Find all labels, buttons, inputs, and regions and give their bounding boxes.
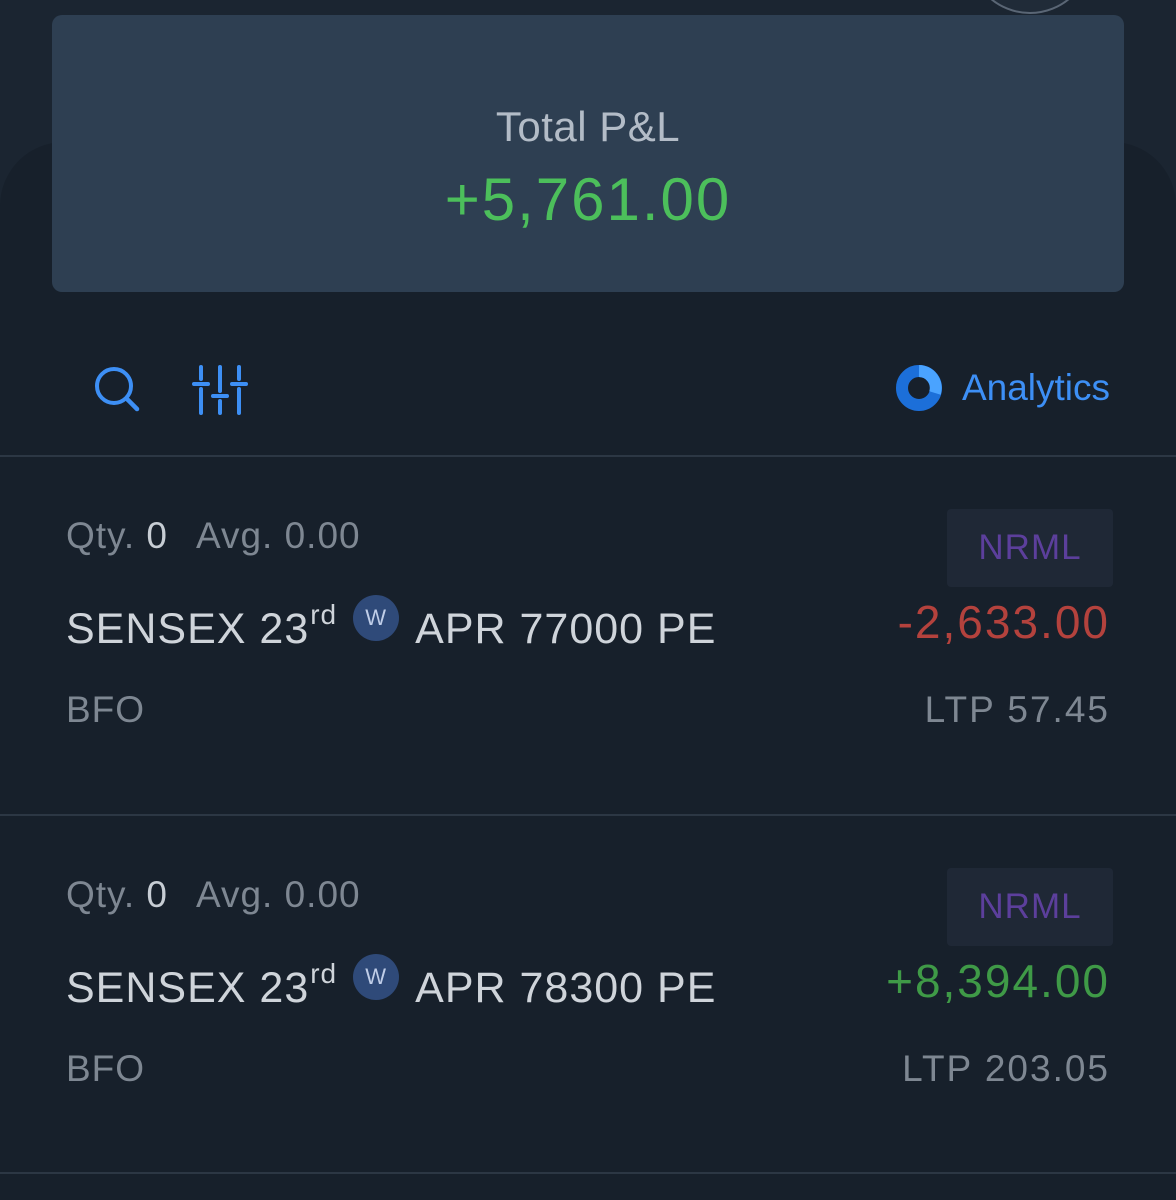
- search-icon[interactable]: [90, 362, 146, 418]
- total-pnl-value: +5,761.00: [444, 166, 732, 233]
- positions-toolbar: Analytics: [0, 340, 1176, 436]
- total-pnl-card: Total P&L +5,761.00: [52, 15, 1124, 292]
- avg-label: Avg.: [195, 515, 274, 556]
- weekly-expiry-badge: W: [353, 595, 400, 641]
- profile-avatar[interactable]: [968, 0, 1092, 14]
- exchange-label: BFO: [66, 689, 146, 730]
- qty-label: Qty.: [66, 874, 136, 915]
- ltp-value: LTP 203.05: [902, 1048, 1110, 1089]
- avg-value: 0.00: [284, 874, 361, 915]
- contract: APR 78300 PE: [415, 964, 717, 1012]
- underlying: SENSEX 23: [66, 605, 310, 653]
- total-pnl-label: Total P&L: [495, 103, 681, 150]
- date-suffix: rd: [310, 958, 338, 989]
- avg-value: 0.00: [284, 515, 361, 556]
- instrument-name: SENSEX 23rd W APR 78300 PE: [66, 954, 717, 1013]
- product-badge: NRML: [947, 509, 1113, 587]
- exchange-label: BFO: [66, 1048, 146, 1089]
- qty-avg-row: Qty. 0 Avg. 0.00: [66, 515, 361, 557]
- contract: APR 77000 PE: [415, 605, 717, 653]
- analytics-button[interactable]: Analytics: [894, 362, 1110, 414]
- date-suffix: rd: [310, 599, 338, 630]
- position-pnl: -2,633.00: [897, 596, 1110, 648]
- position-row[interactable]: Qty. 0 Avg. 0.00 NRML SENSEX 23rd W APR 7…: [0, 457, 1176, 815]
- product-badge: NRML: [947, 868, 1113, 946]
- qty-value: 0: [146, 874, 168, 915]
- avg-label: Avg.: [195, 874, 274, 915]
- sliders-icon[interactable]: [192, 362, 248, 418]
- positions-screen: Total P&L +5,761.00 Analytics Qty. 0 Avg…: [0, 0, 1176, 1200]
- analytics-logo-icon: [895, 365, 942, 411]
- qty-value: 0: [146, 515, 168, 556]
- qty-avg-row: Qty. 0 Avg. 0.00: [66, 874, 361, 916]
- position-row[interactable]: Qty. 0 Avg. 0.00 NRML SENSEX 23rd W APR 7…: [0, 816, 1176, 1174]
- analytics-label: Analytics: [961, 367, 1110, 408]
- underlying: SENSEX 23: [66, 964, 310, 1012]
- ltp-value: LTP 57.45: [924, 689, 1110, 730]
- qty-label: Qty.: [66, 515, 136, 556]
- divider: [0, 1172, 1176, 1174]
- instrument-name: SENSEX 23rd W APR 77000 PE: [66, 595, 717, 654]
- weekly-expiry-badge: W: [353, 954, 400, 1000]
- position-pnl: +8,394.00: [886, 955, 1110, 1007]
